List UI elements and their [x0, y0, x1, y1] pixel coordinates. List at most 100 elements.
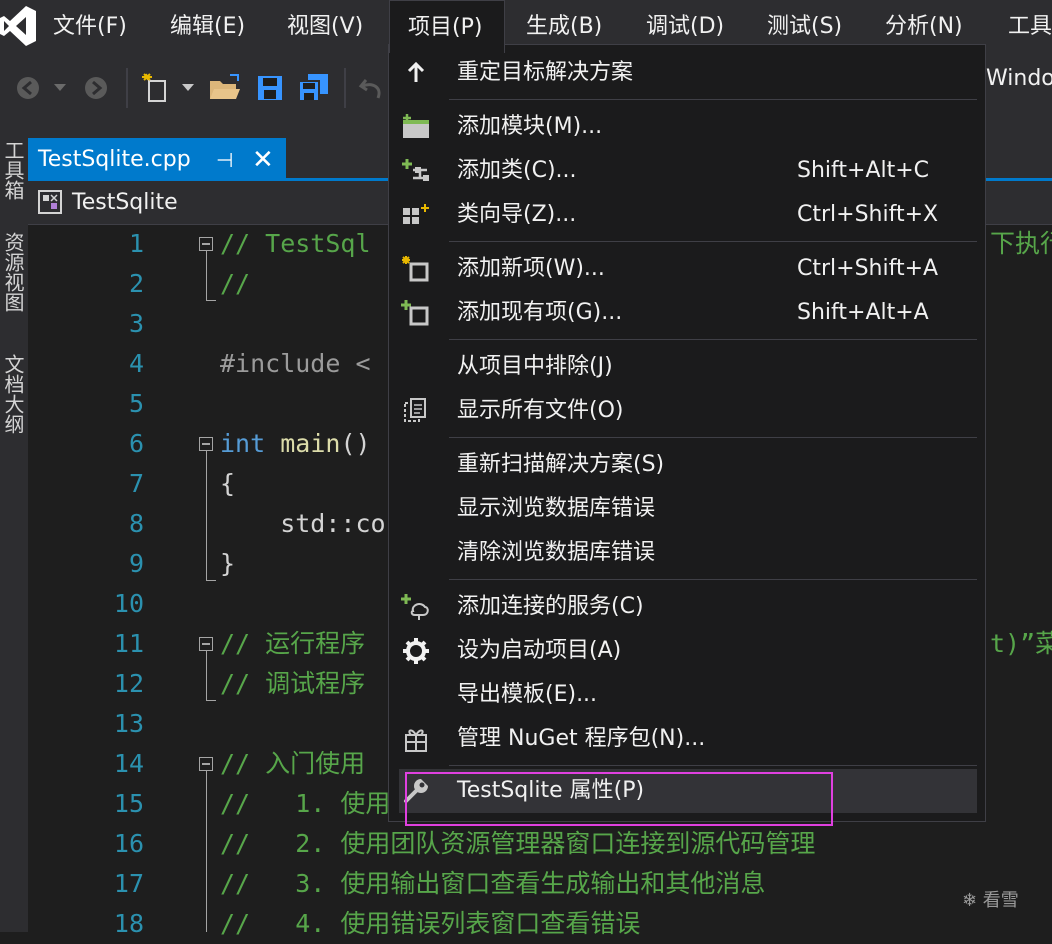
class-wizard-icon: [401, 201, 431, 229]
save-all-icon[interactable]: [296, 66, 332, 110]
platform-selector[interactable]: Windo: [986, 66, 1052, 91]
editor-margin: [28, 225, 64, 932]
menu-item-show-browse-db-errors[interactable]: 显示浏览数据库错误: [389, 487, 985, 531]
dropdown-arrow-icon[interactable]: [50, 66, 70, 110]
menu-item-label: 显示所有文件(O): [457, 398, 624, 423]
fold-toggle[interactable]: [199, 637, 213, 651]
menu-item-label: 添加新项(W)...: [457, 256, 605, 281]
menu-item-label: 导出模板(E)...: [457, 682, 598, 707]
line-number: 2: [128, 269, 144, 298]
close-icon[interactable]: ✕: [252, 138, 274, 182]
menu-item-add-class[interactable]: 添加类(C)... Shift+Alt+C: [389, 149, 985, 193]
open-folder-icon[interactable]: [206, 66, 244, 110]
add-class-icon: [401, 157, 431, 185]
project-scope-icon: [38, 190, 62, 214]
menu-item-set-as-startup-project[interactable]: 设为启动项目(A): [389, 629, 985, 673]
menu-item-add-existing-item[interactable]: 添加现有项(G)... Shift+Alt+A: [389, 291, 985, 335]
toolbox-tab[interactable]: 工具箱: [0, 140, 28, 220]
document-outline-tab[interactable]: 文档大纲: [0, 354, 28, 454]
menu-item-show-all-files[interactable]: 显示所有文件(O): [389, 389, 985, 433]
code-line: // 3. 使用输出窗口查看生成输出和其他消息: [220, 869, 766, 898]
menu-item-label: 添加类(C)...: [457, 158, 577, 183]
dropdown-arrow-icon[interactable]: [178, 66, 198, 110]
code-line: std::co: [220, 509, 386, 538]
menu-item-class-wizard[interactable]: 类向导(Z)... Ctrl+Shift+X: [389, 193, 985, 237]
menu-file[interactable]: 文件(F): [53, 0, 127, 52]
fold-guide: [206, 300, 216, 301]
line-number: 5: [128, 389, 144, 418]
add-module-icon: [401, 113, 431, 141]
new-item-icon[interactable]: [140, 66, 174, 110]
menu-separator: [449, 99, 977, 100]
line-number: 7: [128, 469, 144, 498]
menu-item-clear-browse-db-errors[interactable]: 清除浏览数据库错误: [389, 531, 985, 575]
document-tab[interactable]: TestSqlite.cpp ⊣ ✕: [28, 138, 286, 178]
fold-toggle[interactable]: [199, 757, 213, 771]
menu-item-shortcut: Shift+Alt+C: [797, 158, 930, 183]
code-line: #include <: [220, 349, 371, 378]
code-line: // 调试程序: [220, 669, 366, 698]
fold-toggle[interactable]: [199, 437, 213, 451]
add-new-item-icon: [401, 255, 431, 283]
fold-guide: [206, 251, 207, 301]
code-line: }: [220, 549, 236, 578]
fold-guide: [206, 700, 216, 701]
menu-project[interactable]: 项目(P): [389, 0, 505, 53]
resource-view-tab[interactable]: 资源视图: [0, 232, 28, 332]
menu-item-label: 管理 NuGet 程序包(N)...: [457, 726, 706, 751]
menu-item-add-module[interactable]: 添加模块(M)...: [389, 105, 985, 149]
code-line: {: [220, 469, 236, 498]
fold-guide: [206, 651, 207, 701]
forward-arrow-icon[interactable]: [80, 66, 112, 110]
line-number: 8: [128, 509, 144, 538]
menu-item-label: 添加连接的服务(C): [457, 594, 644, 619]
line-number: 15: [113, 789, 144, 818]
annotation-highlight-box: [405, 772, 833, 826]
fold-toggle[interactable]: [199, 237, 213, 251]
line-number: 3: [128, 309, 144, 338]
menu-item-manage-nuget-packages[interactable]: 管理 NuGet 程序包(N)...: [389, 717, 985, 761]
fold-guide: [206, 771, 207, 932]
menu-item-export-template[interactable]: 导出模板(E)...: [389, 673, 985, 717]
code-line: // TestSql: [220, 229, 371, 258]
menu-item-exclude-from-project[interactable]: 从项目中排除(J): [389, 345, 985, 389]
menu-separator: [449, 241, 977, 242]
fold-guide: [206, 580, 216, 581]
visual-studio-logo-icon[interactable]: [0, 4, 38, 48]
menu-item-shortcut: Ctrl+Shift+A: [797, 256, 939, 281]
pin-icon[interactable]: ⊣: [216, 138, 233, 182]
menu-item-label: 从项目中排除(J): [457, 354, 613, 379]
menu-item-label: 显示浏览数据库错误: [457, 496, 656, 521]
undo-icon[interactable]: [356, 66, 388, 110]
menu-separator: [449, 765, 977, 766]
menu-edit[interactable]: 编辑(E): [170, 0, 245, 52]
function-token: main: [280, 429, 341, 458]
document-tab-title: TestSqlite.cpp: [38, 147, 191, 172]
menu-separator: [449, 579, 977, 580]
menu-item-retarget-solution[interactable]: 重定目标解决方案: [389, 51, 985, 95]
menu-item-add-connected-service[interactable]: 添加连接的服务(C): [389, 585, 985, 629]
code-line-tail: t)”菜: [990, 629, 1052, 658]
show-all-files-icon: [401, 397, 431, 425]
code-line: // 入门使用: [220, 749, 366, 778]
gear-icon: [401, 637, 431, 665]
menu-view[interactable]: 视图(V): [287, 0, 363, 52]
fold-guide: [206, 451, 207, 581]
line-number: 10: [113, 589, 144, 618]
menu-item-label: 设为启动项目(A): [457, 638, 622, 663]
line-number: 16: [113, 829, 144, 858]
line-number: 11: [113, 629, 144, 658]
menu-item-rescan-solution[interactable]: 重新扫描解决方案(S): [389, 443, 985, 487]
menu-item-label: 类向导(Z)...: [457, 202, 577, 227]
menu-item-add-new-item[interactable]: 添加新项(W)... Ctrl+Shift+A: [389, 247, 985, 291]
left-tool-strip: 工具箱 资源视图 文档大纲: [0, 126, 28, 932]
save-icon[interactable]: [254, 66, 286, 110]
code-line: // 4. 使用错误列表窗口查看错误: [220, 909, 641, 938]
code-line: // 2. 使用团队资源管理器窗口连接到源代码管理: [220, 829, 816, 858]
menu-separator: [449, 437, 977, 438]
code-line: int main(): [220, 424, 371, 464]
line-number: 6: [128, 429, 144, 458]
code-line: // 1. 使用: [220, 789, 391, 818]
menu-tools[interactable]: 工具: [1008, 0, 1052, 52]
back-arrow-icon[interactable]: [12, 66, 44, 110]
